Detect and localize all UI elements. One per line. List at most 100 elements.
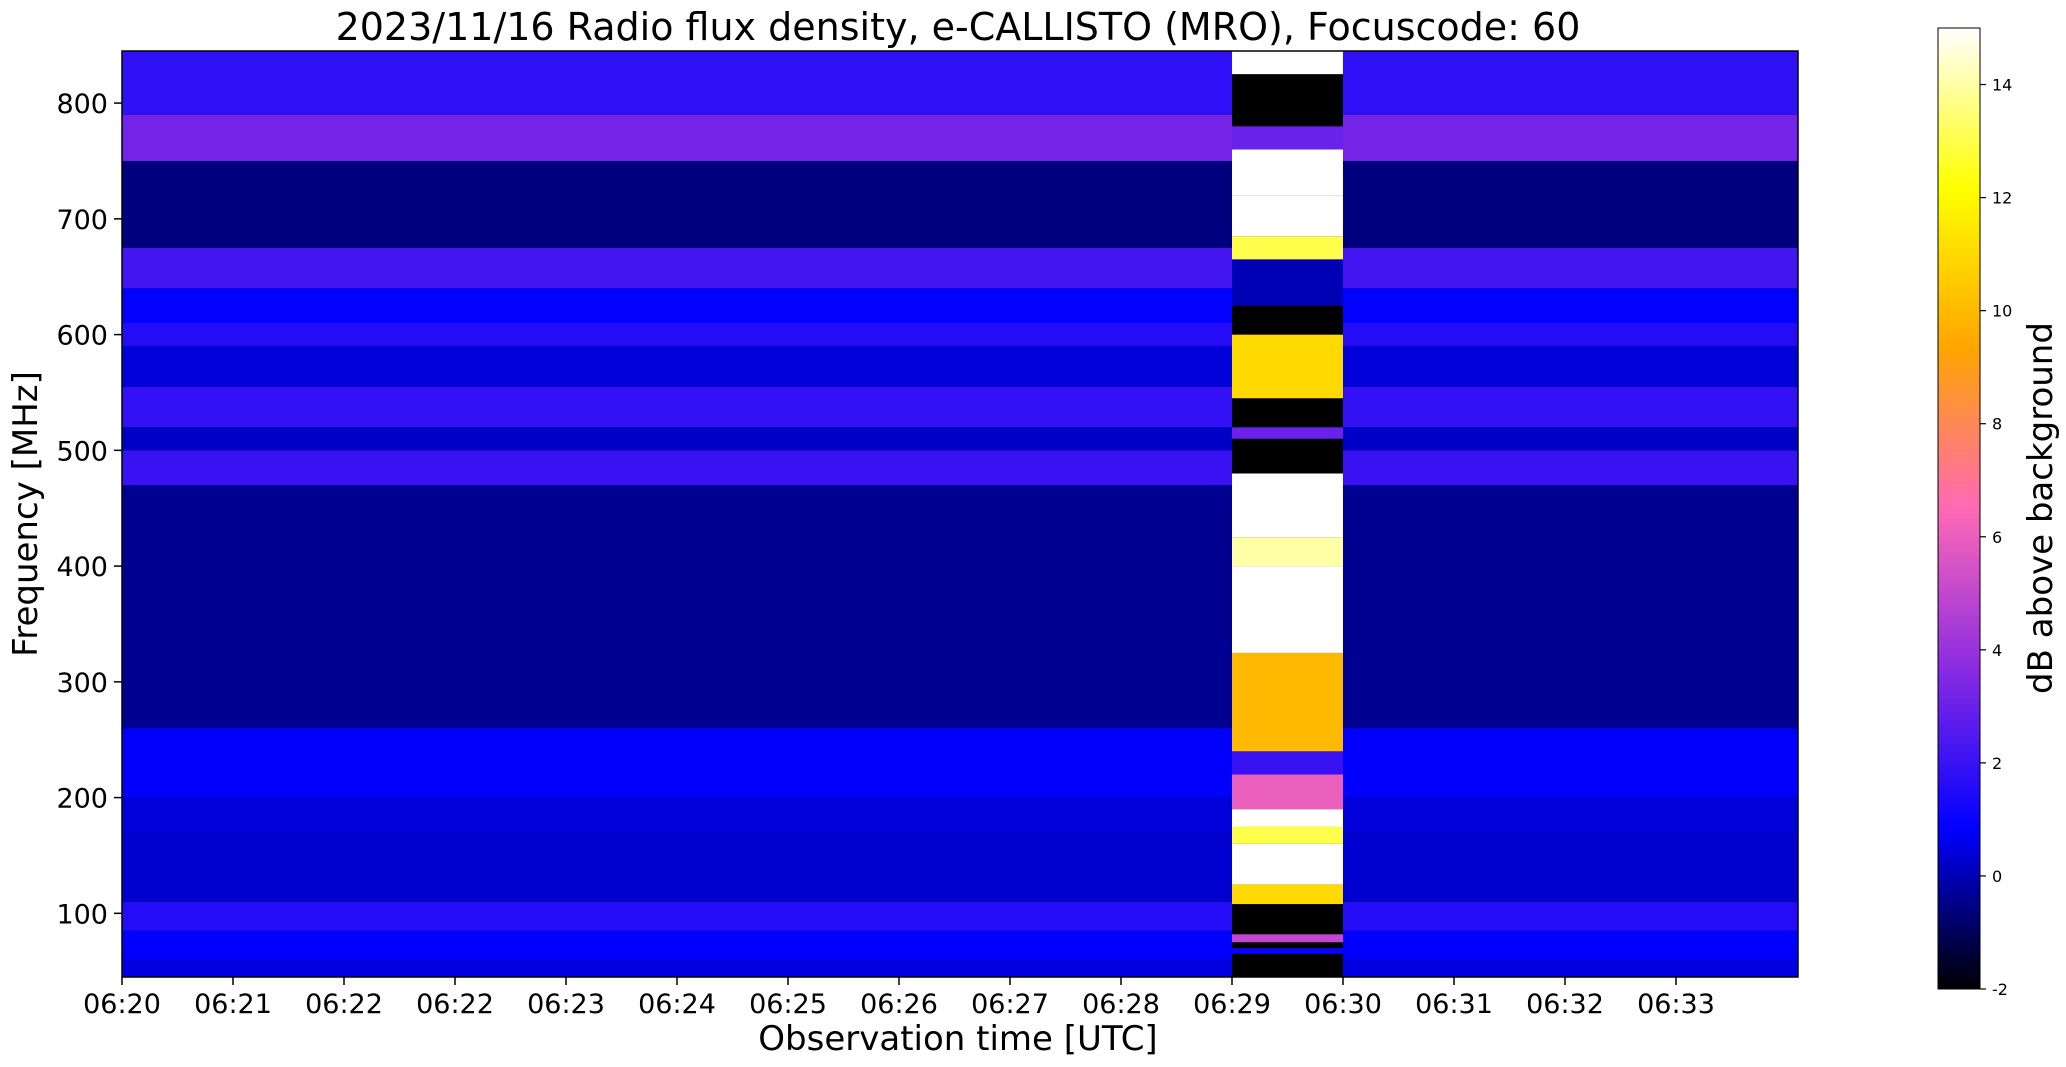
background-band <box>1343 247 1798 289</box>
plot-area <box>122 51 1798 977</box>
background-band <box>122 114 1232 161</box>
colorbar-tick-label: 6 <box>1992 528 2002 547</box>
colorbar-label: dB above background <box>2021 322 2061 694</box>
x-tick-label: 06:33 <box>1637 989 1715 1020</box>
burst-band <box>1232 934 1343 943</box>
background-band <box>1343 728 1798 798</box>
background-band <box>1343 959 1798 977</box>
y-tick-label: 300 <box>56 668 108 699</box>
colorbar <box>1937 27 1981 990</box>
burst-band <box>1232 195 1343 237</box>
burst-band <box>1232 149 1343 196</box>
burst-band <box>1232 751 1343 775</box>
colorbar-tick-label: 0 <box>1992 867 2002 886</box>
burst-band <box>1232 259 1343 306</box>
background-band <box>122 427 1232 451</box>
y-tick-label: 400 <box>56 552 108 583</box>
x-tick-label: 06:31 <box>1415 989 1493 1020</box>
burst-band <box>1232 948 1343 954</box>
background-band <box>122 797 1232 833</box>
background-band <box>1343 288 1798 324</box>
background-band <box>122 728 1232 798</box>
burst-band <box>1232 884 1343 905</box>
x-tick-label: 06:22 <box>416 989 494 1020</box>
burst-band <box>1232 942 1343 949</box>
burst-band <box>1232 305 1343 335</box>
colorbar-tick-label: -2 <box>1992 980 2008 999</box>
burst-band <box>1232 537 1343 567</box>
background-band <box>1343 51 1798 115</box>
colorbar-tick-label: 2 <box>1992 754 2002 773</box>
burst-band <box>1232 843 1343 885</box>
background-band <box>122 247 1232 289</box>
background-band <box>1343 930 1798 960</box>
y-tick-label: 100 <box>56 899 108 930</box>
y-axis: 100 200 300 400 500 600 700 800 <box>56 89 122 930</box>
burst-band <box>1232 126 1343 150</box>
y-tick-label: 200 <box>56 784 108 815</box>
background-band <box>1343 346 1798 387</box>
y-tick-label: 700 <box>56 205 108 236</box>
background-band <box>122 485 1232 729</box>
background-band <box>1343 450 1798 486</box>
background-band <box>122 901 1232 931</box>
burst-band <box>1232 236 1343 260</box>
x-axis: 06:20 06:21 06:22 06:22 06:23 06:24 06:25 06:26… <box>83 977 1715 1020</box>
background-band <box>1343 427 1798 451</box>
spectrogram-figure: 2023/11/16 Radio flux density, e-CALLIST… <box>6 5 2061 1059</box>
colorbar-tick-label: 10 <box>1992 302 2012 321</box>
background-band <box>1343 114 1798 161</box>
x-tick-label: 06:26 <box>860 989 938 1020</box>
burst-band <box>1232 652 1343 752</box>
burst-band <box>1232 904 1343 935</box>
burst-band <box>1232 334 1343 399</box>
burst-band <box>1232 826 1343 844</box>
burst-band <box>1232 566 1343 653</box>
x-tick-label: 06:20 <box>83 989 161 1020</box>
background-band <box>122 930 1232 960</box>
x-tick-label: 06:25 <box>749 989 827 1020</box>
x-tick-label: 06:29 <box>1193 989 1271 1020</box>
background-band <box>122 832 1232 902</box>
background-band <box>122 346 1232 387</box>
burst-band <box>1232 74 1343 127</box>
burst-band <box>1232 438 1343 474</box>
background-band <box>1343 386 1798 428</box>
x-tick-label: 06:23 <box>527 989 605 1020</box>
x-tick-label: 06:21 <box>194 989 272 1020</box>
background-band <box>1343 797 1798 833</box>
burst-band <box>1232 473 1343 538</box>
x-tick-label: 06:24 <box>638 989 716 1020</box>
burst-band <box>1232 398 1343 428</box>
x-axis-label: Observation time [UTC] <box>758 1019 1157 1059</box>
colorbar-tick-label: 14 <box>1992 76 2012 95</box>
x-tick-label: 06:30 <box>1304 989 1382 1020</box>
background-band <box>1343 323 1798 347</box>
chart-title: 2023/11/16 Radio flux density, e-CALLIST… <box>336 5 1581 49</box>
y-tick-label: 500 <box>56 436 108 467</box>
background-band <box>122 323 1232 347</box>
background-band <box>1343 901 1798 931</box>
burst-band <box>1232 427 1343 439</box>
x-tick-label: 06:28 <box>1082 989 1160 1020</box>
colorbar-tick-label: 8 <box>1992 415 2002 434</box>
burst-band <box>1232 774 1343 810</box>
y-tick-label: 800 <box>56 89 108 120</box>
colorbar-tick-label: 12 <box>1992 189 2012 208</box>
colorbar-tick-label: 4 <box>1992 641 2002 660</box>
background-band <box>122 959 1232 977</box>
background-band <box>122 450 1232 486</box>
colorbar-ticks: -2 0 2 4 6 8 10 12 14 <box>1980 76 2012 999</box>
background-band <box>122 160 1232 248</box>
x-tick-label: 06:27 <box>971 989 1049 1020</box>
background-band <box>122 51 1232 115</box>
y-axis-label: Frequency [MHz] <box>6 371 46 657</box>
background-band <box>122 386 1232 428</box>
x-tick-label: 06:22 <box>305 989 383 1020</box>
background-band <box>1343 485 1798 729</box>
burst-band <box>1232 953 1343 977</box>
y-tick-label: 600 <box>56 321 108 352</box>
background-band <box>122 288 1232 324</box>
background-band <box>1343 160 1798 248</box>
x-tick-label: 06:32 <box>1526 989 1604 1020</box>
